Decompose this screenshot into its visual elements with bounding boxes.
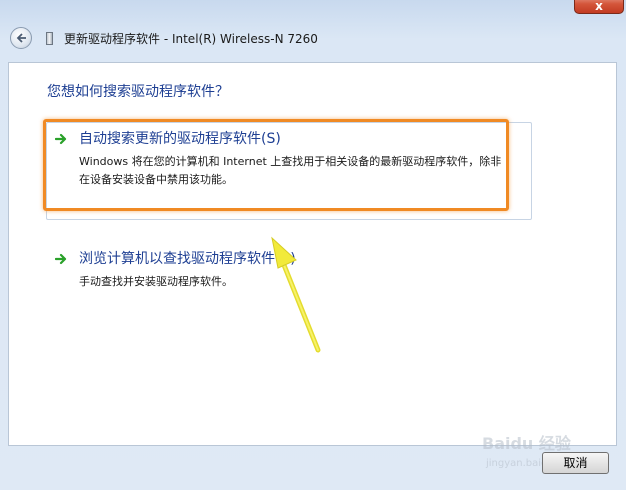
device-icon	[46, 32, 53, 45]
cancel-button[interactable]: 取消	[542, 452, 609, 474]
close-icon: x	[595, 0, 603, 13]
option-auto-title: 自动搜索更新的驱动程序软件(S)	[79, 131, 281, 147]
back-button[interactable]	[10, 27, 32, 49]
dialog-window: x 更新驱动程序软件 - Intel(R) Wireless-N 7260 您想…	[0, 0, 626, 490]
watermark-brand: Baidu 经验	[482, 434, 571, 453]
option-auto-search[interactable]: 自动搜索更新的驱动程序软件(S) Windows 将在您的计算机和 Intern…	[43, 119, 532, 220]
back-arrow-icon	[16, 33, 26, 43]
title-bar: 更新驱动程序软件 - Intel(R) Wireless-N 7260	[0, 20, 626, 56]
green-arrow-icon	[55, 253, 67, 265]
option-auto-description: Windows 将在您的计算机和 Internet 上查找用于相关设备的最新驱动…	[79, 155, 502, 186]
close-button[interactable]: x	[574, 0, 624, 14]
window-title: 更新驱动程序软件 - Intel(R) Wireless-N 7260	[64, 32, 318, 46]
annotation-arrow-icon	[271, 236, 321, 353]
page-question: 您想如何搜索驱动程序软件？	[47, 84, 229, 100]
green-arrow-icon	[55, 133, 67, 145]
